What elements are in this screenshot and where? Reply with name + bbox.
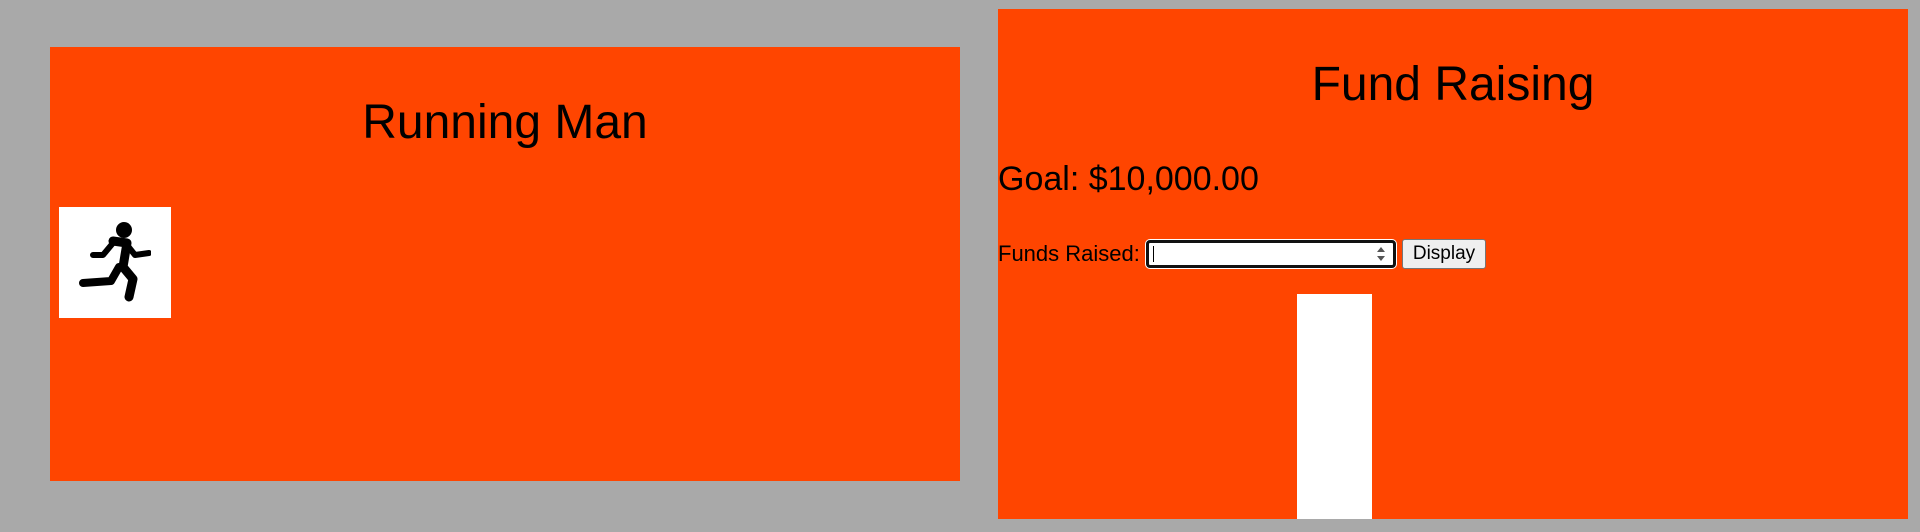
running-man-panel: Running Man xyxy=(50,47,960,481)
runner-image xyxy=(59,207,171,318)
running-man-title: Running Man xyxy=(362,96,648,149)
funds-raised-label: Funds Raised: xyxy=(998,241,1140,266)
running-man-icon xyxy=(79,222,151,302)
progress-bar xyxy=(1297,294,1372,519)
fund-raising-title: Fund Raising xyxy=(1311,58,1595,111)
funds-raised-field[interactable] xyxy=(1150,243,1355,265)
spinner-arrows-icon[interactable] xyxy=(1375,245,1387,263)
goal-text: Goal: $10,000.00 xyxy=(998,160,1259,198)
fund-raising-panel: Fund Raising Goal: $10,000.00 Funds Rais… xyxy=(998,9,1908,519)
funds-raised-row: Funds Raised: Display xyxy=(998,237,1487,271)
funds-raised-input[interactable] xyxy=(1145,240,1396,268)
display-button[interactable]: Display xyxy=(1401,239,1487,269)
text-caret xyxy=(1152,246,1154,262)
